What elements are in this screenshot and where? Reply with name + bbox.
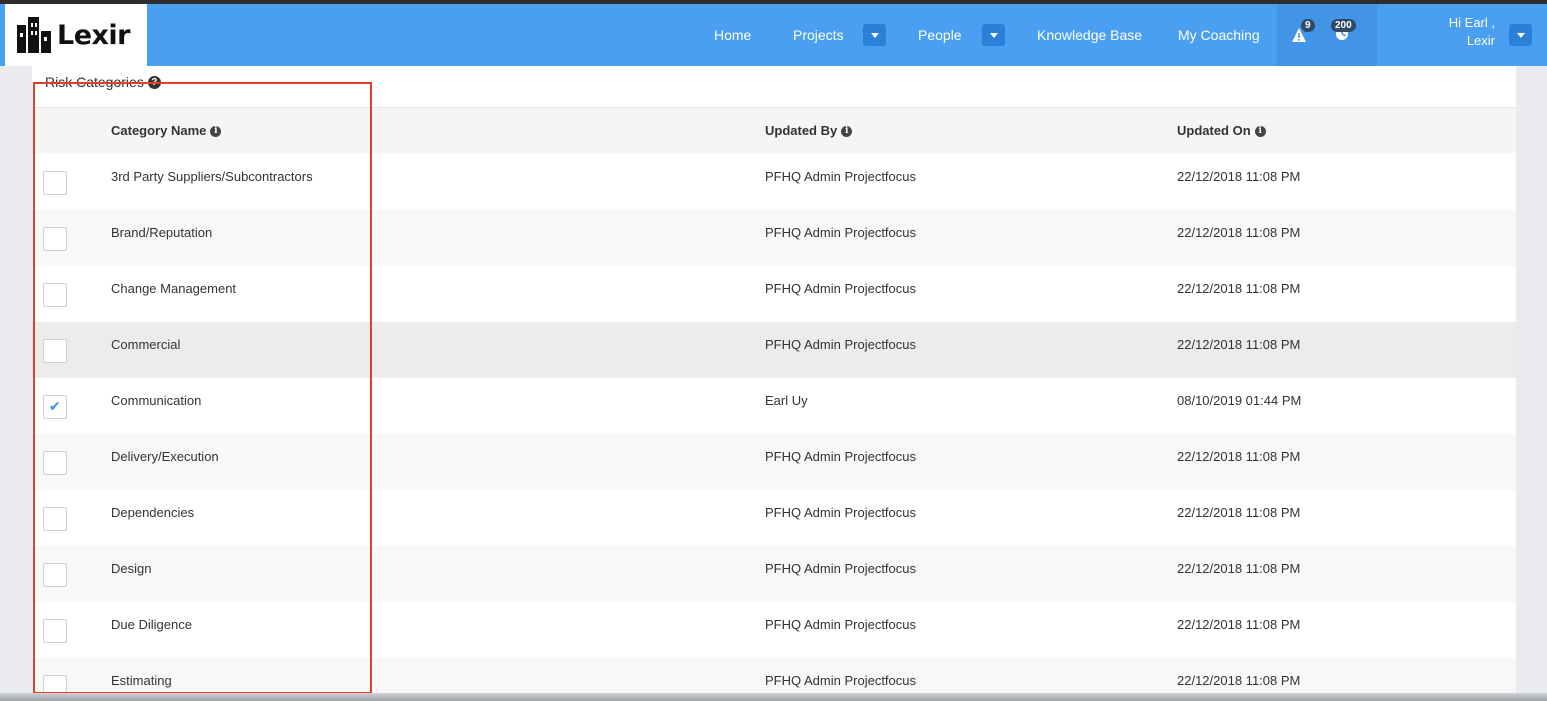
user-greeting: Hi Earl , [1448, 15, 1495, 30]
row-checkbox[interactable] [43, 507, 67, 531]
top-navbar: Lexir Home Projects People Knowledge Bas… [0, 4, 1547, 66]
nav-people[interactable]: People [918, 4, 962, 66]
window-bottom-edge [0, 693, 1547, 701]
row-checkbox[interactable] [43, 339, 67, 363]
column-header-updated-on[interactable]: Updated On i [1177, 108, 1266, 154]
table-row[interactable]: 3rd Party Suppliers/Subcontractors PFHQ A… [32, 154, 1516, 210]
category-name-cell: Due Diligence [111, 617, 192, 632]
notifications-count-badge: 200 [1331, 19, 1356, 32]
row-checkbox[interactable] [43, 395, 67, 419]
updated-on-cell: 08/10/2019 01:44 PM [1177, 393, 1302, 408]
column-header-updated-by[interactable]: Updated By i [765, 108, 853, 154]
nav-projects[interactable]: Projects [793, 4, 844, 66]
column-header-category-name[interactable]: Category Name i [111, 108, 222, 154]
updated-by-cell: PFHQ Admin Projectfocus [765, 449, 916, 464]
table-row[interactable]: Design PFHQ Admin Projectfocus 22/12/2018 … [32, 546, 1516, 602]
brand-name: Lexir [57, 19, 131, 51]
help-icon[interactable]: ? [147, 75, 161, 89]
updated-on-cell: 22/12/2018 11:08 PM [1177, 337, 1301, 352]
updated-by-cell: PFHQ Admin Projectfocus [765, 561, 916, 576]
updated-by-cell: PFHQ Admin Projectfocus [765, 169, 916, 184]
risk-categories-panel: Risk Categories ? Category Name i Update… [32, 66, 1516, 701]
category-name-cell: 3rd Party Suppliers/Subcontractors [111, 169, 313, 184]
row-checkbox[interactable] [43, 619, 67, 643]
category-name-cell: Brand/Reputation [111, 225, 213, 240]
user-company: Lexir [1466, 33, 1495, 48]
table-header: Category Name i Updated By i Updated On … [32, 107, 1516, 153]
info-icon: i [841, 125, 853, 137]
row-checkbox[interactable] [43, 227, 67, 251]
category-name-cell: Commercial [111, 337, 181, 352]
panel-heading: Risk Categories ? [45, 74, 161, 90]
info-icon: i [210, 125, 222, 137]
projects-dropdown-toggle[interactable] [863, 24, 886, 46]
people-dropdown-toggle[interactable] [982, 24, 1005, 46]
table-row[interactable]: Change Management PFHQ Admin Projectfocus… [32, 266, 1516, 322]
updated-on-cell: 22/12/2018 11:08 PM [1177, 617, 1301, 632]
updated-by-cell: PFHQ Admin Projectfocus [765, 337, 916, 352]
category-name-cell: Change Management [111, 281, 237, 296]
column-label: Updated On [1177, 123, 1251, 138]
column-label: Category Name [111, 123, 207, 138]
updated-by-cell: PFHQ Admin Projectfocus [765, 281, 916, 296]
updated-by-cell: PFHQ Admin Projectfocus [765, 505, 916, 520]
nav-home[interactable]: Home [714, 4, 751, 66]
brand-logo[interactable]: Lexir [5, 4, 147, 66]
category-name-cell: Design [111, 561, 152, 576]
info-icon: i [1254, 125, 1266, 137]
user-dropdown-toggle[interactable] [1509, 24, 1532, 46]
column-label: Updated By [765, 123, 838, 138]
row-checkbox[interactable] [43, 283, 67, 307]
nav-knowledge-base[interactable]: Knowledge Base [1037, 4, 1142, 66]
category-name-cell: Communication [111, 393, 202, 408]
table-row[interactable]: Commercial PFHQ Admin Projectfocus 22/12/2… [32, 322, 1516, 378]
updated-by-cell: Earl Uy [765, 393, 808, 408]
building-logo-icon [17, 17, 51, 53]
category-name-cell: Dependencies [111, 505, 195, 520]
updated-on-cell: 22/12/2018 11:08 PM [1177, 449, 1301, 464]
updated-on-cell: 22/12/2018 11:08 PM [1177, 505, 1301, 520]
updated-on-cell: 22/12/2018 11:08 PM [1177, 561, 1301, 576]
category-name-cell: Delivery/Execution [111, 449, 219, 464]
table-row[interactable]: Dependencies PFHQ Admin Projectfocus 22/12… [32, 490, 1516, 546]
nav-my-coaching[interactable]: My Coaching [1178, 4, 1260, 66]
panel-title: Risk Categories [45, 74, 144, 90]
notification-area: 9 200 [1277, 4, 1377, 66]
table-row[interactable]: Delivery/Execution PFHQ Admin Projectfocu… [32, 434, 1516, 490]
updated-on-cell: 22/12/2018 11:08 PM [1177, 169, 1301, 184]
alerts-count-badge: 9 [1301, 19, 1315, 32]
row-checkbox[interactable] [43, 563, 67, 587]
user-menu[interactable]: Hi Earl , Lexir [1425, 14, 1495, 50]
row-checkbox[interactable] [43, 171, 67, 195]
updated-on-cell: 22/12/2018 11:08 PM [1177, 225, 1301, 240]
updated-by-cell: PFHQ Admin Projectfocus [765, 225, 916, 240]
table-row[interactable]: Brand/Reputation PFHQ Admin Projectfocus 2… [32, 210, 1516, 266]
updated-by-cell: PFHQ Admin Projectfocus [765, 617, 916, 632]
row-checkbox[interactable] [43, 451, 67, 475]
table-row[interactable]: Communication Earl Uy 08/10/2019 01:44 PM [32, 378, 1516, 434]
table-row[interactable]: Due Diligence PFHQ Admin Projectfocus 22/1… [32, 602, 1516, 658]
updated-on-cell: 22/12/2018 11:08 PM [1177, 281, 1301, 296]
